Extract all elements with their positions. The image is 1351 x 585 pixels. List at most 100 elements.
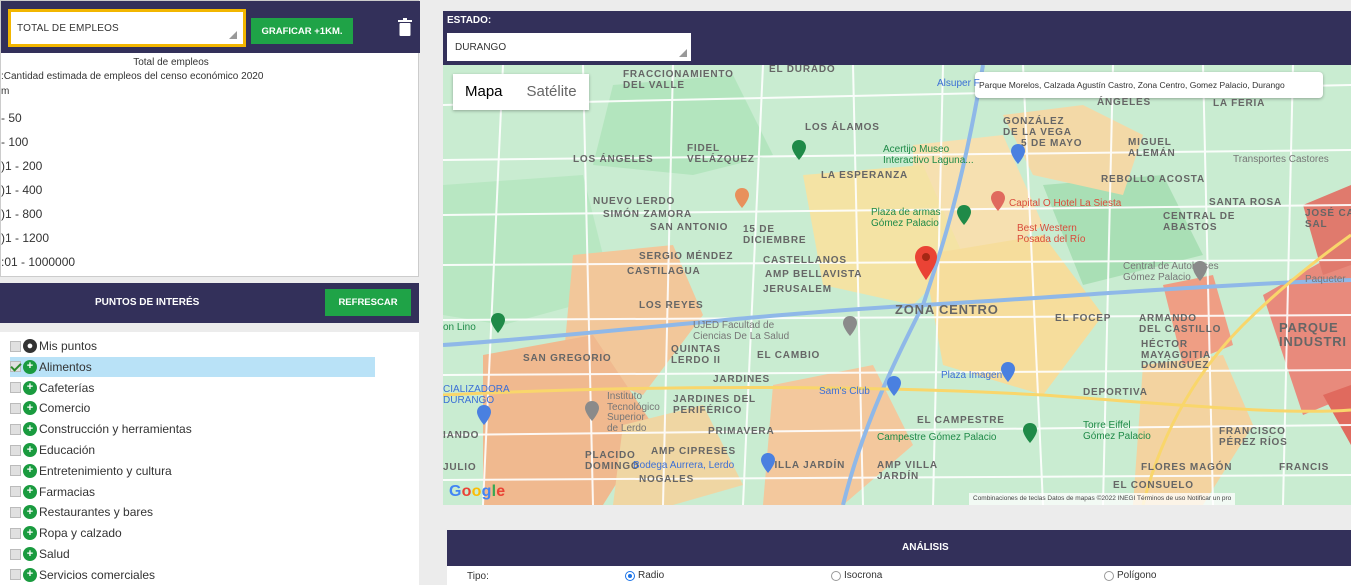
map-label: PLACIDO DOMINGO [585,450,640,472]
google-logo: Google [449,483,506,500]
map-label: CASTILAGUA [627,266,701,277]
map-view[interactable]: Mapa Satélite Parque Morelos, Calzada Ag… [443,65,1351,505]
poi-checkbox[interactable] [10,382,21,394]
poi-item[interactable]: + Construcción y herramientas [10,419,192,439]
map-type-satelite[interactable]: Satélite [515,74,589,110]
green-pin-icon [491,313,505,333]
map-label: EL FOCEP [1055,313,1112,324]
map-poi: Bodega Aurrera, Lerdo [633,460,735,471]
radio-radio[interactable]: Radio [625,570,664,581]
map-poi: Campestre Gómez Palacio [877,432,997,443]
user-icon: ● [23,339,37,353]
radio-dot[interactable] [831,570,841,581]
map-label: ÁNGELES [1097,97,1151,108]
map-label: LA FERIA [1213,98,1266,109]
poi-checkbox[interactable] [10,444,21,456]
map-poi: Alsuper F [937,78,980,89]
tipo-label: Tipo: [467,571,489,582]
poi-item[interactable]: + Cafeterías [10,378,94,398]
radio-poligono[interactable]: Polígono [1104,570,1156,581]
map-poi: Plaza Imagen [941,370,1003,381]
poi-item[interactable]: + Restaurantes y bares [10,502,153,522]
radio-dot[interactable] [625,570,635,581]
poi-label: Ropa y calzado [39,526,122,541]
refrescar-button[interactable]: REFRESCAR [325,289,411,316]
location-marker-icon[interactable] [915,246,937,280]
legend-range: )1 - 200 [1,159,43,173]
map-label: MIGUEL ALEMÁN [1128,137,1176,159]
green-pin-icon [957,205,971,225]
legend-panel: TOTAL DE EMPLEOS GRAFICAR +1KM. Total de… [0,0,420,277]
red-pin-icon [991,191,1005,211]
legend-range: )1 - 800 [1,207,43,221]
poi-item[interactable]: + Salud [10,544,70,564]
poi-checkbox[interactable] [10,569,21,581]
map-label: CENTRAL DE ABASTOS [1163,211,1236,233]
blue-pin-icon [761,453,775,473]
map-label: LA ESPERANZA [821,170,909,181]
radio-label: Radio [638,570,665,581]
legend-range: )1 - 1200 [1,231,50,245]
map-poi: Transportes Castores [1233,154,1329,165]
poi-checkbox[interactable] [10,423,21,435]
layer-select[interactable]: TOTAL DE EMPLEOS [8,9,246,47]
poi-checkbox[interactable] [10,402,21,414]
poi-item[interactable]: + Comercio [10,398,90,418]
poi-label: Restaurantes y bares [39,505,154,520]
map-label: EL DURADO [769,65,836,75]
map-attribution[interactable]: Combinaciones de teclas Datos de mapas ©… [969,493,1236,505]
poi-checkbox[interactable] [10,548,21,560]
plus-icon: + [23,443,37,457]
poi-item[interactable]: + Alimentos [10,356,375,377]
poi-checkbox[interactable] [10,465,21,477]
blue-pin-icon [1001,362,1015,382]
legend-title: Total de empleos [133,57,209,68]
map-poi: Instituto Tecnológico Superior de Lerdo [607,391,660,434]
map-label: QUINTAS LERDO II [671,344,721,366]
poi-title: PUNTOS DE INTERÉS [95,297,200,308]
map-label: PRIMAVERA [708,426,775,437]
map-poi: Capital O Hotel La Siesta [1009,198,1122,209]
radio-dot[interactable] [1104,570,1114,581]
poi-item[interactable]: + Servicios comerciales [10,565,155,585]
poi-item[interactable]: + Farmacias [10,482,95,502]
map-label: AMP VILLA JARDÍN [877,460,938,482]
map-label: GONZÁLEZ DE LA VEGA [1003,116,1072,138]
map-type-toggle: Mapa Satélite [453,74,589,110]
app-root: TOTAL DE EMPLEOS GRAFICAR +1KM. Total de… [0,0,1351,585]
poi-checkbox[interactable] [10,527,21,539]
legend-range: :01 - 1000000 [1,255,76,269]
poi-checkbox[interactable] [10,340,21,352]
green-pin-icon [1023,423,1037,443]
legend-unit: m [1,86,10,97]
estado-bar: ESTADO: DURANGO [443,11,1351,65]
poi-checkbox[interactable] [10,361,21,373]
poi-checkbox[interactable] [10,486,21,498]
plus-icon: + [23,484,37,499]
poi-item[interactable]: + Entretenimiento y cultura [10,461,172,481]
map-label: IANDO [443,430,480,441]
map-label: NOGALES [639,474,695,485]
poi-header: PUNTOS DE INTERÉS REFRESCAR [0,283,419,323]
map-label: AMP CIPRESES [651,446,736,457]
poi-label: Farmacias [39,484,96,499]
map-label: DEPORTIVA [1083,387,1148,398]
map-label: EL CONSUELO [1113,480,1194,491]
legend-range: )1 - 400 [1,183,43,197]
estado-select[interactable]: DURANGO [447,33,691,61]
map-type-mapa[interactable]: Mapa [453,74,515,110]
estado-label: ESTADO: [447,15,492,26]
plus-icon: + [23,567,37,582]
poi-checkbox[interactable] [10,506,21,518]
poi-item[interactable]: + Educación [10,440,95,460]
trash-icon[interactable] [398,18,412,36]
map-poi: Sam's Club [819,386,870,397]
poi-label: Cafeterías [39,380,95,395]
poi-item[interactable]: ● Mis puntos [10,336,97,356]
estado-select-value: DURANGO [455,42,507,53]
poi-item[interactable]: + Ropa y calzado [10,523,122,543]
graficar-button[interactable]: GRAFICAR +1KM. [251,18,353,44]
poi-label: Mis puntos [39,339,98,353]
radio-isocrona[interactable]: Isocrona [831,570,882,581]
poi-label: Servicios comerciales [39,567,156,582]
